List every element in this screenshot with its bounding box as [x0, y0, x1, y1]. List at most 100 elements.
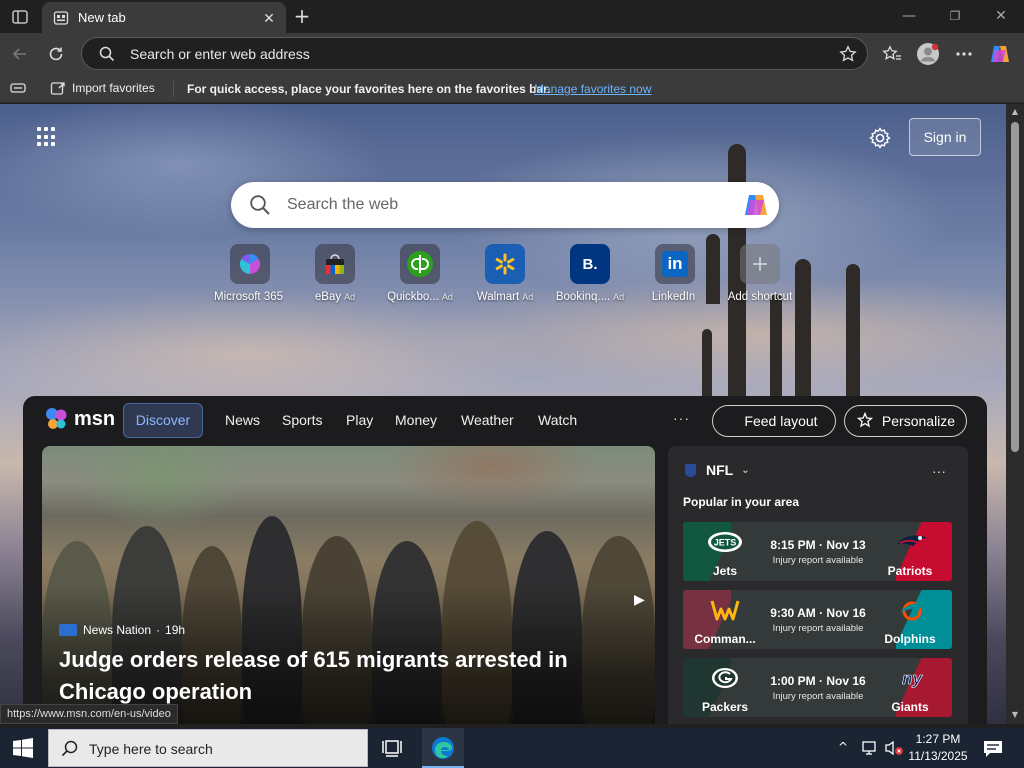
booking-icon: B.: [570, 244, 610, 284]
personalize-label: Personalize: [881, 413, 956, 429]
scrollbar-thumb[interactable]: [1011, 122, 1019, 452]
minimize-button[interactable]: —: [895, 5, 923, 29]
personalize-sparkle-icon: [856, 412, 874, 428]
shortcut-quickbooks[interactable]: Quickbo... Ad: [372, 244, 468, 303]
linkedin-icon: in: [655, 244, 695, 284]
favorites-bar-toggle-icon[interactable]: [10, 81, 26, 95]
hero-story-card[interactable]: News Nation · 19h Judge orders release o…: [42, 446, 655, 724]
ad-badge: Ad: [522, 292, 534, 302]
shortcut-booking[interactable]: B. Bookinq.... Ad: [542, 244, 638, 303]
shortcut-linkedin[interactable]: in LinkedIn: [627, 244, 723, 303]
tab-watch[interactable]: Watch: [538, 412, 577, 428]
new-tab-page-icon: [53, 10, 69, 25]
scroll-down-icon[interactable]: ▼: [1010, 710, 1020, 720]
web-search-input[interactable]: Search the web: [287, 196, 398, 214]
feed-layout-button[interactable]: Feed layout: [712, 405, 836, 437]
app-launcher-button[interactable]: [37, 127, 57, 147]
web-search-box[interactable]: Search the web: [231, 182, 779, 228]
profile-avatar-icon: [917, 43, 939, 65]
import-favorites-button[interactable]: Import favorites: [50, 79, 155, 97]
nfl-card-more-button[interactable]: ···: [932, 463, 946, 479]
refresh-button[interactable]: [44, 42, 68, 66]
ad-badge: Ad: [441, 292, 453, 302]
more-tabs-button[interactable]: ···: [673, 410, 690, 426]
tab-weather[interactable]: Weather: [461, 412, 514, 428]
sign-in-button[interactable]: Sign in: [909, 118, 981, 156]
scroll-up-icon[interactable]: ▲: [1010, 107, 1020, 117]
taskbar-edge-button[interactable]: [422, 728, 464, 768]
shortcut-label: Add shortcut: [727, 291, 793, 303]
nfl-game-row[interactable]: ny 1:00 PM · Nov 16 Injury report availa…: [683, 658, 952, 717]
address-input[interactable]: Search or enter web address: [130, 46, 310, 62]
address-bar[interactable]: Search or enter web address: [81, 37, 868, 70]
new-tab-button[interactable]: +: [290, 5, 314, 29]
profile-button[interactable]: [916, 42, 940, 66]
hero-headline[interactable]: Judge orders release of 615 migrants arr…: [59, 644, 619, 708]
tab-new-tab[interactable]: New tab ✕: [42, 2, 286, 33]
away-team-name: Comman...: [694, 632, 756, 646]
favorites-bar: Import favorites For quick access, place…: [0, 74, 1024, 103]
notifications-icon[interactable]: [982, 739, 1004, 759]
taskbar-search-box[interactable]: Type here to search: [48, 729, 368, 767]
tab-money[interactable]: Money: [395, 412, 437, 428]
volume-muted-icon[interactable]: [884, 740, 904, 756]
tab-actions-button[interactable]: [8, 6, 32, 28]
refresh-icon: [49, 47, 63, 61]
away-team-name: Jets: [712, 564, 738, 578]
shortcut-ebay[interactable]: eBay Ad: [287, 244, 383, 303]
manage-favorites-link[interactable]: Manage favorites now: [534, 82, 651, 96]
msn-feed-panel: msn Discover News Sports Play Money Weat…: [23, 396, 987, 724]
search-icon: [61, 740, 78, 757]
settings-and-more-button[interactable]: [952, 42, 976, 66]
tab-news[interactable]: News: [225, 412, 260, 428]
favorites-button[interactable]: [880, 42, 904, 66]
copilot-search-icon[interactable]: [741, 190, 771, 220]
windows-start-icon[interactable]: [12, 738, 34, 758]
shortcut-label: Quickbo...: [387, 291, 439, 303]
clock-time: 1:27 PM: [915, 732, 961, 746]
nfl-card-title: NFL: [706, 462, 734, 478]
taskbar-clock[interactable]: 1:27 PM 11/13/2025: [906, 731, 970, 765]
shortcut-label: Microsoft 365: [213, 291, 284, 303]
shortcut-add[interactable]: Add shortcut: [712, 244, 808, 303]
tab-play[interactable]: Play: [346, 412, 373, 428]
search-icon: [250, 195, 270, 215]
restore-button[interactable]: ❐: [941, 5, 969, 29]
tab-discover[interactable]: Discover: [123, 403, 203, 438]
back-button[interactable]: [8, 42, 32, 66]
ad-badge: Ad: [344, 292, 356, 302]
page-settings-gear-icon[interactable]: [868, 126, 892, 150]
task-view-icon[interactable]: [382, 738, 402, 758]
home-team-name: Dolphins: [884, 632, 936, 646]
news-nation-logo: [59, 624, 77, 636]
msn-logo-text: msn: [74, 407, 116, 430]
svg-text:JETS: JETS: [714, 538, 737, 548]
network-icon[interactable]: [862, 740, 880, 756]
chevron-down-icon: ⌄: [741, 464, 750, 476]
more-horizontal-icon: [956, 52, 972, 56]
hero-age: 19h: [165, 623, 186, 637]
tab-sports[interactable]: Sports: [282, 412, 322, 428]
svg-text:ny: ny: [902, 669, 923, 688]
tab-title: New tab: [78, 10, 126, 25]
injury-note: Injury report available: [772, 623, 864, 634]
close-window-button[interactable]: ✕: [987, 5, 1015, 29]
shortcut-walmart[interactable]: Walmart Ad: [457, 244, 553, 303]
tab-close-icon[interactable]: ✕: [261, 10, 277, 26]
nfl-card-header[interactable]: NFL ⌄: [685, 462, 750, 478]
show-hidden-icons-chevron-icon[interactable]: ^: [838, 740, 848, 754]
page-scrollbar[interactable]: ▲ ▼: [1006, 104, 1024, 724]
hero-next-arrow-icon[interactable]: ▶: [634, 591, 645, 608]
add-favorite-star-icon[interactable]: [839, 45, 857, 63]
taskbar-search-placeholder: Type here to search: [89, 741, 213, 757]
msn-butterfly-icon: [46, 408, 67, 429]
shortcut-microsoft-365[interactable]: Microsoft 365: [202, 244, 298, 303]
copilot-button[interactable]: [988, 42, 1012, 66]
msn-logo[interactable]: msn: [44, 405, 115, 433]
personalize-button[interactable]: Personalize: [844, 405, 967, 437]
feed-layout-label: Feed layout: [744, 413, 818, 429]
nfl-game-row[interactable]: 9:30 AM · Nov 16 Injury report available…: [683, 590, 952, 649]
nfl-game-row[interactable]: JETS 8:15 PM · Nov 13 Injury report avai…: [683, 522, 952, 581]
tab-actions-icon: [12, 10, 28, 24]
tab-bar: New tab ✕ + — ❐ ✕: [0, 0, 1024, 33]
